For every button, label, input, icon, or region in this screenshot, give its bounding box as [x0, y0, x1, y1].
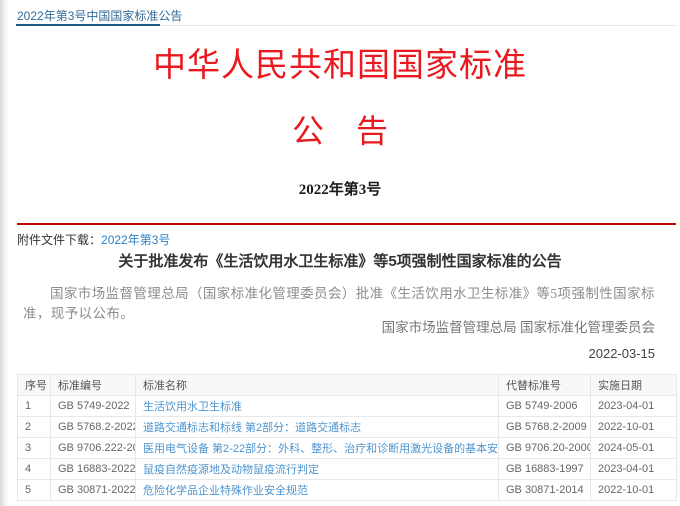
breadcrumb-tab-title[interactable]: 2022年第3号中国国家标准公告	[17, 7, 182, 24]
cell-effective: 2024-05-01	[591, 438, 677, 459]
col-header-replaces: 代替标准号	[499, 375, 591, 396]
issue-number: 2022年第3号	[0, 178, 680, 199]
cell-replaces: GB 16883-1997	[499, 459, 591, 480]
cell-index: 1	[18, 396, 51, 417]
cell-replaces: GB 5768.2-2009	[499, 417, 591, 438]
cell-index: 2	[18, 417, 51, 438]
cell-effective: 2023-04-01	[591, 459, 677, 480]
cell-code: GB 5768.2-2022	[51, 417, 136, 438]
cell-index: 3	[18, 438, 51, 459]
table-row: 5 GB 30871-2022 危险化学品企业特殊作业安全规范 GB 30871…	[18, 480, 677, 501]
cell-replaces: GB 30871-2014	[499, 480, 591, 501]
cell-name: 医用电气设备 第2-22部分：外科、整形、治疗和诊断用激光设备的基本安全和基本性…	[136, 438, 499, 459]
standard-name-link[interactable]: 鼠疫自然疫源地及动物鼠疫流行判定	[143, 464, 319, 476]
cell-code: GB 16883-2022	[51, 459, 136, 480]
cell-replaces: GB 5749-2006	[499, 396, 591, 417]
document-subtitle-gonggao: 公 告	[0, 106, 680, 152]
publish-date: 2022-03-15	[589, 346, 656, 361]
col-header-index: 序号	[18, 375, 51, 396]
cell-name: 道路交通标志和标线 第2部分：道路交通标志	[136, 417, 499, 438]
cell-code: GB 9706.222-2022	[51, 438, 136, 459]
cell-name: 危险化学品企业特殊作业安全规范	[136, 480, 499, 501]
cell-effective: 2022-10-01	[591, 417, 677, 438]
cell-code: GB 30871-2022	[51, 480, 136, 501]
tab-active-underline	[16, 24, 160, 26]
standard-name-link[interactable]: 道路交通标志和标线 第2部分：道路交通标志	[143, 422, 361, 434]
col-header-effective: 实施日期	[591, 375, 677, 396]
issuing-authorities: 国家市场监督管理总局 国家标准化管理委员会	[382, 316, 655, 336]
cell-replaces: GB 9706.20-2000	[499, 438, 591, 459]
standards-table-body: 1 GB 5749-2022 生活饮用水卫生标准 GB 5749-2006 20…	[18, 396, 677, 501]
cell-name: 生活饮用水卫生标准	[136, 396, 499, 417]
standard-name-link[interactable]: 危险化学品企业特殊作业安全规范	[143, 485, 308, 497]
standards-table: 序号 标准编号 标准名称 代替标准号 实施日期 1 GB 5749-2022 生…	[17, 374, 677, 501]
red-divider	[17, 223, 676, 225]
cell-effective: 2023-04-01	[591, 396, 677, 417]
standard-name-link[interactable]: 生活饮用水卫生标准	[143, 401, 242, 413]
announcement-page: 2022年第3号中国国家标准公告 中华人民共和国国家标准 公 告 2022年第3…	[0, 0, 680, 506]
cell-name: 鼠疫自然疫源地及动物鼠疫流行判定	[136, 459, 499, 480]
cell-effective: 2022-10-01	[591, 480, 677, 501]
cell-code: GB 5749-2022	[51, 396, 136, 417]
cell-index: 5	[18, 480, 51, 501]
standard-name-link[interactable]: 医用电气设备 第2-22部分：外科、整形、治疗和诊断用激光设备的基本安全和基本性…	[143, 443, 499, 455]
attachment-link[interactable]: 2022年第3号	[101, 233, 170, 247]
attachment-row: 附件文件下载：2022年第3号	[17, 231, 170, 248]
document-title: 中华人民共和国国家标准	[0, 38, 680, 86]
table-row: 1 GB 5749-2022 生活饮用水卫生标准 GB 5749-2006 20…	[18, 396, 677, 417]
table-row: 3 GB 9706.222-2022 医用电气设备 第2-22部分：外科、整形、…	[18, 438, 677, 459]
cell-index: 4	[18, 459, 51, 480]
table-row: 4 GB 16883-2022 鼠疫自然疫源地及动物鼠疫流行判定 GB 1688…	[18, 459, 677, 480]
table-row: 2 GB 5768.2-2022 道路交通标志和标线 第2部分：道路交通标志 G…	[18, 417, 677, 438]
attachment-label: 附件文件下载：	[17, 233, 101, 247]
notice-title: 关于批准发布《生活饮用水卫生标准》等5项强制性国家标准的公告	[0, 250, 680, 271]
col-header-code: 标准编号	[51, 375, 136, 396]
col-header-name: 标准名称	[136, 375, 499, 396]
table-header-row: 序号 标准编号 标准名称 代替标准号 实施日期	[18, 375, 677, 396]
